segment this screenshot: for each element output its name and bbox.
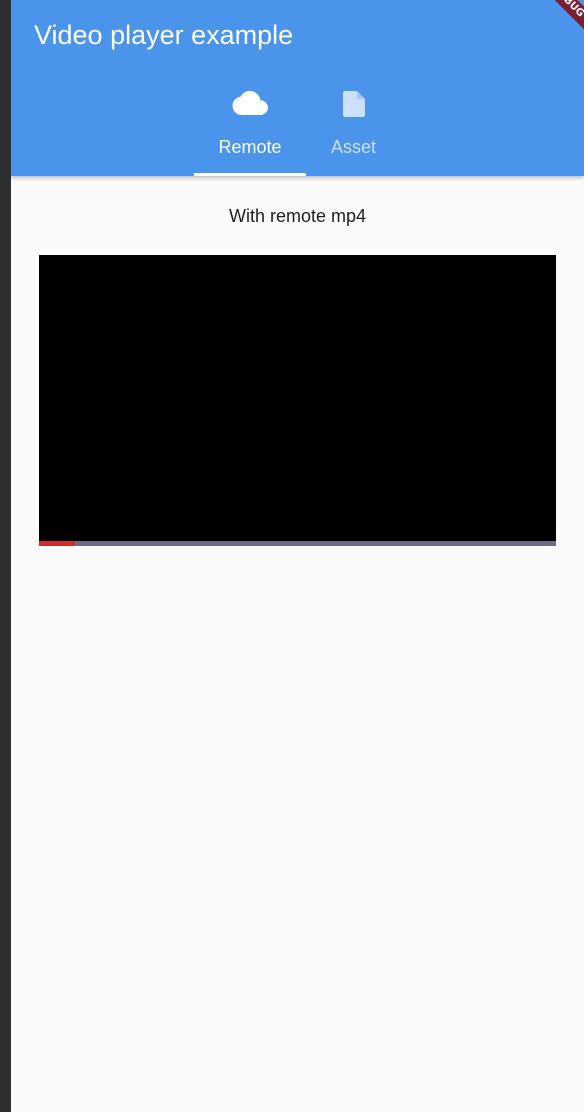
tab-remote-label: Remote: [218, 137, 282, 157]
tab-asset[interactable]: Asset: [306, 76, 401, 176]
page-title: Video player example: [34, 20, 294, 50]
tab-asset-label: Asset: [330, 137, 377, 157]
video-caption: With remote mp4: [228, 206, 367, 226]
tab-remote[interactable]: Remote: [194, 76, 306, 176]
window-edge: [0, 0, 11, 1112]
file-icon: [342, 90, 366, 123]
video-player[interactable]: [39, 255, 556, 546]
app-screen: DEBUG Video player example Remote Asset …: [11, 0, 584, 1112]
video-progress-bar[interactable]: [39, 541, 556, 546]
app-bar: Video player example Remote Asset: [11, 0, 584, 176]
video-progress-fill: [39, 541, 76, 546]
cloud-icon: [232, 90, 268, 121]
tab-indicator: [194, 173, 306, 176]
